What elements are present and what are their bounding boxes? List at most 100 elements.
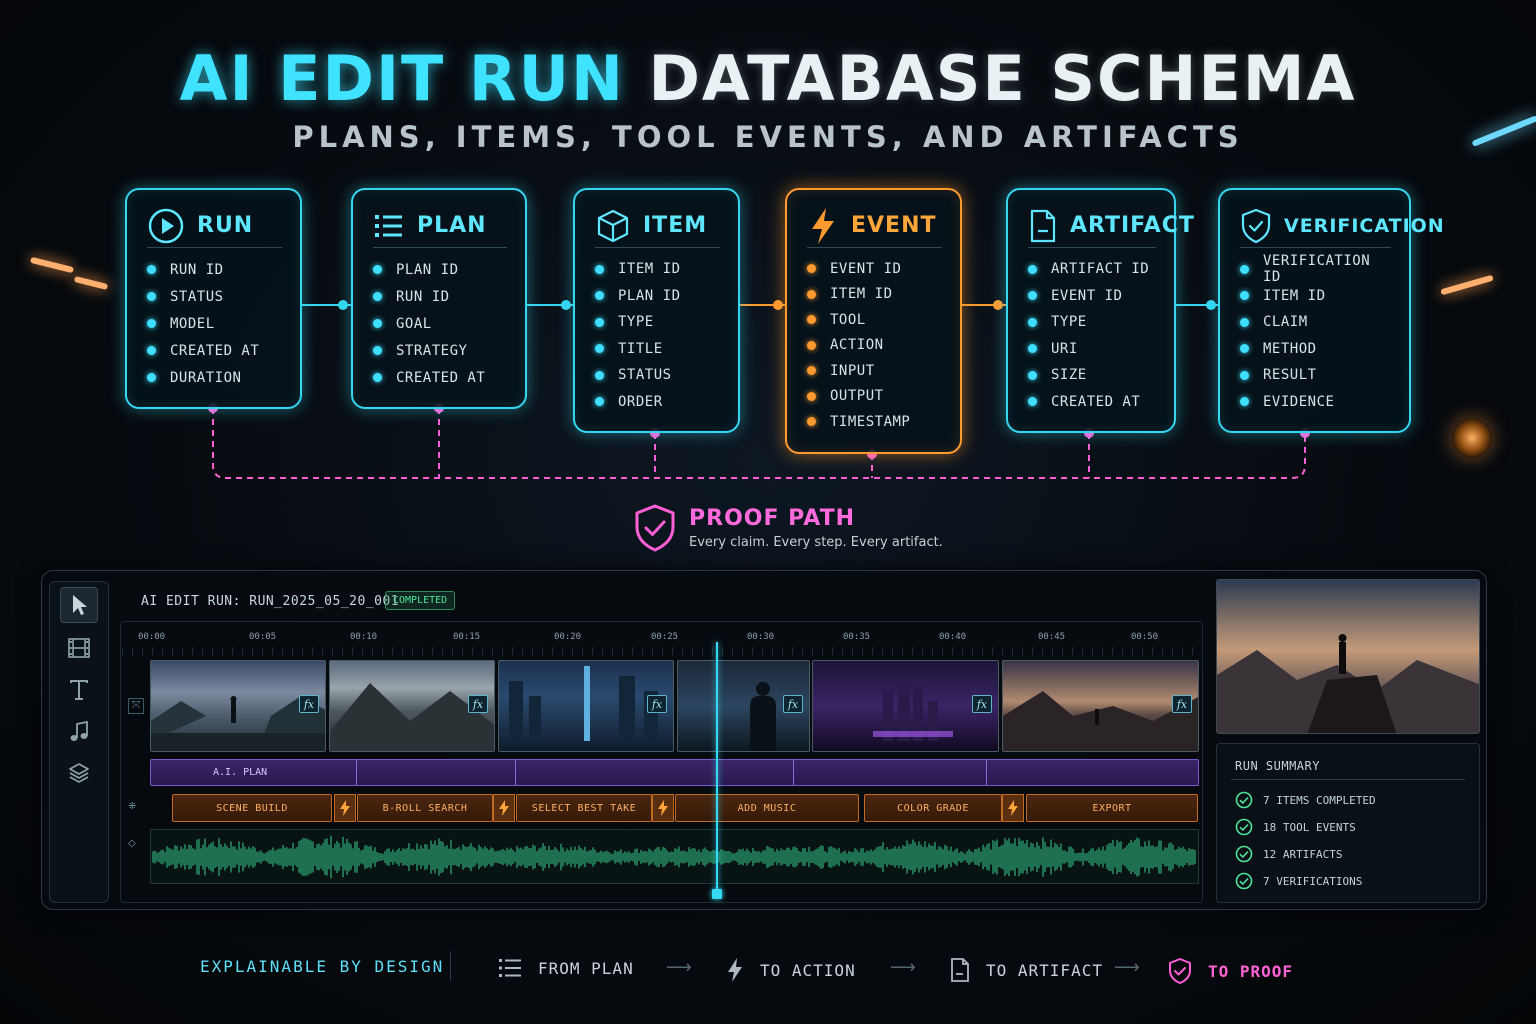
audio-track-icon[interactable]: ◇ (128, 838, 136, 849)
timecode-label: 00:35 (843, 632, 871, 642)
playhead-handle[interactable] (712, 889, 722, 899)
audio-waveform-track[interactable] (150, 829, 1199, 884)
check-circle-icon (1235, 818, 1253, 836)
timecode-label: 00:20 (554, 632, 582, 642)
lightning-icon (493, 794, 515, 822)
wall-orb (1452, 418, 1492, 458)
document-icon (1030, 209, 1056, 242)
video-clip[interactable]: fx (812, 660, 999, 752)
list-icon (499, 959, 521, 977)
video-track-icon[interactable]: ⤧ (128, 698, 144, 714)
film-tool-button[interactable] (60, 630, 98, 666)
plan-track-label: A.I. PLAN (213, 767, 268, 778)
ai-plan-track[interactable]: A.I. PLAN (150, 759, 1199, 786)
footer-tagline: EXPLAINABLE BY DESIGN (200, 957, 445, 976)
fx-badge[interactable]: fx (1172, 695, 1192, 713)
title-rest: DATABASE SCHEMA (648, 42, 1357, 115)
entity-field: CREATED AT (1028, 389, 1156, 416)
fx-badge[interactable]: fx (647, 695, 667, 713)
entity-field: MODEL (147, 310, 282, 337)
status-badge: COMPLETED (385, 591, 456, 610)
footer-step-proof: TO PROOF (1168, 957, 1293, 985)
action-clip-b-roll-search[interactable]: B-ROLL SEARCH (357, 794, 493, 822)
entity-field: PLAN ID (595, 283, 720, 310)
entity-field: CLAIM (1240, 309, 1391, 336)
entity-card-run[interactable]: RUN RUN ID STATUS MODEL CREATED AT DURAT… (125, 188, 302, 409)
music-tool-button[interactable] (60, 714, 98, 750)
lightning-icon (652, 794, 674, 822)
entity-field: METHOD (1240, 336, 1391, 363)
proof-path: PROOF PATH Every claim. Every step. Ever… (633, 503, 943, 553)
check-circle-icon (1235, 872, 1253, 890)
lightning-icon (334, 794, 356, 822)
fx-badge[interactable]: fx (972, 695, 992, 713)
entity-field: RUN ID (147, 256, 282, 283)
timecode-label: 00:45 (1038, 632, 1066, 642)
video-clip[interactable]: fx (677, 660, 810, 752)
video-clip[interactable]: fx (1002, 660, 1199, 752)
entity-field: RUN ID (373, 283, 507, 310)
fx-badge[interactable]: fx (468, 695, 488, 713)
entity-card-event[interactable]: EVENT EVENT ID ITEM ID TOOL ACTION INPUT… (785, 188, 962, 454)
cursor-tool-button[interactable] (60, 587, 98, 623)
footer-step-artifact: TO ARTIFACT (950, 957, 1103, 983)
action-clip-export[interactable]: EXPORT (1026, 794, 1198, 822)
entity-field: CREATED AT (147, 337, 282, 364)
fx-badge[interactable]: fx (783, 695, 803, 713)
entity-field: TITLE (595, 336, 720, 363)
action-clip-scene-build[interactable]: SCENE BUILD (172, 794, 332, 822)
film-icon (68, 638, 90, 658)
shield-check-icon (1169, 958, 1191, 984)
footer-step-action: TO ACTION (726, 957, 856, 983)
entity-field: EVENT ID (1028, 283, 1156, 310)
entity-card-verification[interactable]: VERIFICATION VERIFICATION ID ITEM ID CLA… (1218, 188, 1444, 433)
timeline-ruler (122, 647, 1202, 655)
text-tool-button[interactable] (60, 672, 98, 708)
entity-title: VERIFICATION (1284, 214, 1445, 237)
entity-header: VERIFICATION (1240, 204, 1444, 248)
entity-field: TIMESTAMP (807, 409, 942, 435)
entity-title: ITEM (643, 213, 708, 238)
run-summary-panel: RUN SUMMARY 7 ITEMS COMPLETED 18 TOOL EV… (1216, 743, 1480, 903)
entity-field: ACTION (807, 333, 942, 359)
entity-field: TYPE (1028, 309, 1156, 336)
action-clip-color-grade[interactable]: COLOR GRADE (864, 794, 1002, 822)
video-clip[interactable]: fx (150, 660, 326, 752)
document-icon (951, 958, 969, 982)
layers-tool-button[interactable] (60, 755, 98, 791)
video-clip[interactable]: fx (498, 660, 674, 752)
action-clip-select-best-take[interactable]: SELECT BEST TAKE (516, 794, 652, 822)
proof-path-title: PROOF PATH (689, 506, 855, 531)
clip-thumbnail (1003, 691, 1198, 751)
video-clip[interactable]: fx (329, 660, 495, 752)
wall-light (73, 275, 109, 291)
list-icon (375, 214, 402, 237)
check-circle-icon (1235, 845, 1253, 863)
entity-field: SIZE (1028, 362, 1156, 389)
shield-check-icon (635, 504, 675, 552)
timecode-label: 00:10 (350, 632, 378, 642)
entity-field: CREATED AT (373, 364, 507, 391)
action-track-icon[interactable]: ⁜ (128, 801, 136, 812)
entity-field: INPUT (807, 358, 942, 384)
timecode-label: 00:30 (747, 632, 775, 642)
entity-card-item[interactable]: ITEM ITEM ID PLAN ID TYPE TITLE STATUS O… (573, 188, 740, 433)
proof-path-subtitle: Every claim. Every step. Every artifact. (689, 535, 943, 550)
entity-card-artifact[interactable]: ARTIFACT ARTIFACT ID EVENT ID TYPE URI S… (1006, 188, 1194, 433)
preview-monitor[interactable] (1216, 579, 1480, 734)
entity-field: STRATEGY (373, 337, 507, 364)
entity-card-plan[interactable]: PLAN PLAN ID RUN ID GOAL STRATEGY CREATE… (351, 188, 527, 409)
entity-field: ITEM ID (1240, 283, 1391, 310)
entity-field: ITEM ID (807, 282, 942, 308)
play-circle-icon (148, 208, 184, 243)
arrow-icon: ⟶ (666, 957, 692, 978)
footer-step-plan: FROM PLAN (498, 957, 634, 979)
lightning-icon (812, 207, 834, 244)
playhead[interactable] (716, 642, 718, 890)
entity-field: EVIDENCE (1240, 389, 1391, 416)
page-title: AI EDIT RUN DATABASE SCHEMA (0, 42, 1536, 115)
fx-badge[interactable]: fx (299, 695, 319, 713)
entity-header: EVENT (807, 204, 942, 248)
action-clip-add-music[interactable]: ADD MUSIC (675, 794, 859, 822)
page-subtitle: PLANS, ITEMS, TOOL EVENTS, AND ARTIFACTS (292, 120, 1244, 154)
